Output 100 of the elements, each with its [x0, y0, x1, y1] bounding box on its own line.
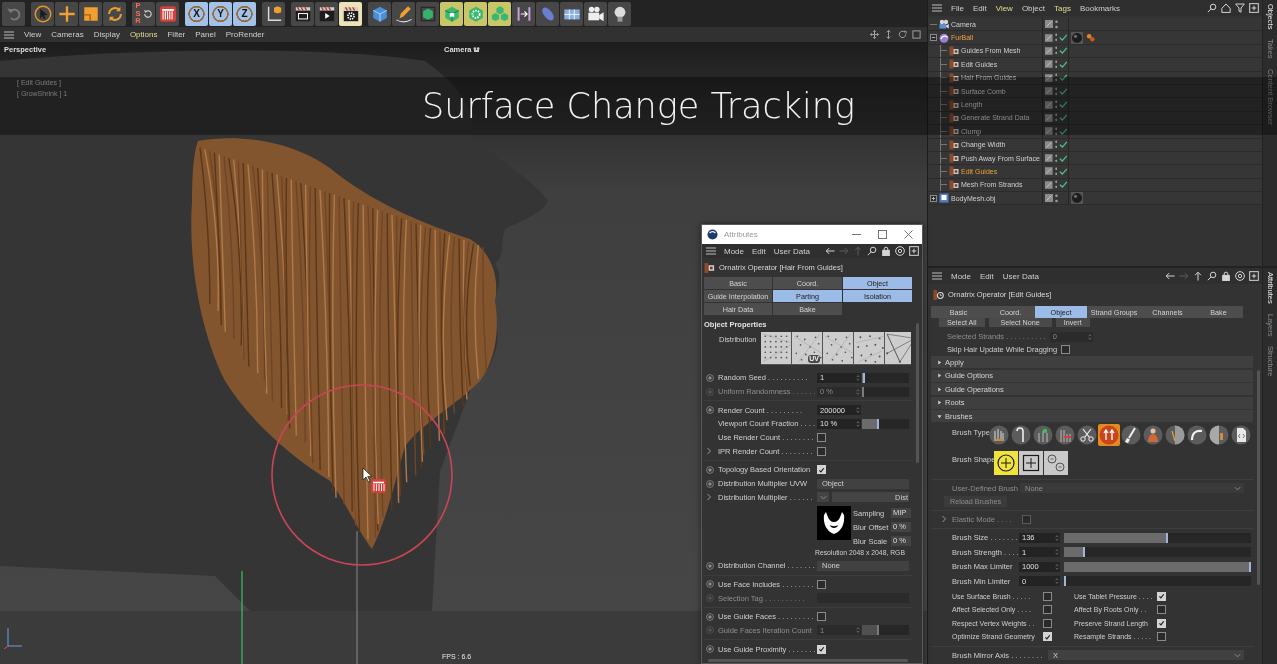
menu-item[interactable]: User Data — [1002, 271, 1039, 281]
checkbox[interactable] — [1043, 591, 1052, 601]
visibility-dots-icon[interactable] — [1054, 100, 1058, 110]
keyframe-icon[interactable] — [706, 612, 714, 621]
chevron-right-icon[interactable] — [706, 493, 712, 502]
check-icon[interactable] — [1059, 114, 1068, 122]
light-button[interactable] — [608, 1, 631, 26]
visibility-dots-icon[interactable] — [1054, 73, 1058, 83]
menu-item[interactable]: Tags — [1054, 3, 1071, 13]
checkbox[interactable] — [817, 612, 826, 622]
check-icon[interactable] — [1059, 34, 1068, 42]
lock-icon[interactable] — [881, 246, 891, 256]
check-icon[interactable] — [1059, 141, 1068, 149]
scrollbar-thumb[interactable] — [708, 658, 908, 662]
layer-icon[interactable] — [1045, 154, 1053, 163]
brush-type-button[interactable] — [1076, 423, 1098, 446]
check-icon[interactable] — [1059, 101, 1068, 109]
chevron-right-icon[interactable] — [706, 447, 712, 456]
hair-tool-button[interactable] — [156, 1, 179, 26]
menu-item[interactable]: Panel — [195, 30, 216, 39]
lock-icon[interactable] — [1221, 271, 1231, 281]
render-settings-button[interactable] — [339, 1, 362, 26]
layer-icon[interactable] — [1045, 73, 1053, 82]
check-icon[interactable] — [1059, 127, 1068, 135]
visibility-dots-icon[interactable] — [1055, 193, 1058, 203]
visibility-dots-icon[interactable] — [1054, 46, 1058, 56]
select-tool-button[interactable] — [31, 1, 54, 26]
checkbox[interactable] — [1157, 632, 1166, 642]
checkbox[interactable] — [817, 433, 826, 443]
slider-thumb[interactable] — [1165, 532, 1168, 543]
slider-track[interactable] — [1064, 547, 1251, 558]
material-sphere-icon[interactable] — [1071, 31, 1083, 44]
brush-type-button[interactable] — [988, 423, 1010, 446]
brush-shape-button[interactable] — [994, 450, 1018, 475]
axis-lock-button[interactable]: Z — [233, 1, 256, 26]
brush-shape-button[interactable] — [1044, 450, 1068, 475]
menu-item[interactable]: Cameras — [51, 30, 84, 39]
slider-track[interactable] — [1064, 532, 1251, 543]
checkbox[interactable] — [1157, 605, 1166, 615]
coordinate-system-button[interactable] — [262, 1, 285, 26]
gear-cube-button[interactable] — [464, 1, 487, 26]
menu-icon[interactable] — [932, 272, 942, 280]
distribution-option[interactable] — [854, 332, 884, 364]
brush-type-button[interactable] — [1010, 423, 1032, 446]
cube-button[interactable] — [368, 1, 391, 26]
layer-icon[interactable] — [1045, 46, 1053, 55]
checkbox[interactable] — [817, 579, 826, 589]
brush-type-button[interactable] — [1142, 423, 1164, 446]
subdivision-button[interactable] — [416, 1, 439, 26]
menu-item[interactable]: Mode — [951, 271, 971, 281]
field-button[interactable] — [536, 1, 559, 26]
check-icon[interactable] — [1059, 74, 1068, 82]
menu-item[interactable]: Filter — [167, 30, 186, 39]
check-icon[interactable] — [1059, 60, 1068, 68]
visibility-dots-icon[interactable] — [1054, 140, 1058, 150]
distribution-option[interactable] — [761, 332, 791, 364]
chevron-right-icon[interactable] — [941, 515, 947, 523]
orbit-icon[interactable] — [898, 30, 907, 39]
menu-icon[interactable] — [706, 247, 716, 255]
cloner-button[interactable] — [488, 1, 511, 26]
home-icon[interactable] — [1221, 3, 1231, 13]
keyframe-icon[interactable] — [706, 465, 714, 474]
brush-type-button[interactable] — [1230, 423, 1252, 446]
visibility-dots-icon[interactable] — [1054, 59, 1058, 69]
menu-item[interactable]: Edit — [972, 3, 987, 13]
visibility-dots-icon[interactable] — [1054, 113, 1058, 123]
check-icon[interactable] — [1059, 47, 1068, 55]
layer-icon[interactable] — [1045, 100, 1053, 109]
check-icon[interactable] — [1059, 154, 1068, 162]
axis-lock-button[interactable]: Y — [209, 1, 232, 26]
brush-type-button[interactable] — [1186, 423, 1208, 446]
brush-type-button[interactable] — [1032, 423, 1054, 446]
layer-icon[interactable] — [1045, 87, 1053, 96]
slider-thumb[interactable] — [862, 372, 865, 383]
keyframe-icon[interactable] — [706, 645, 714, 654]
keyframe-icon[interactable] — [706, 373, 714, 382]
menu-icon[interactable] — [932, 4, 942, 12]
checkbox[interactable] — [1061, 345, 1071, 354]
search-icon[interactable] — [1207, 271, 1217, 281]
layer-icon[interactable] — [1045, 167, 1053, 176]
visibility-dots-icon[interactable] — [1054, 126, 1058, 136]
back-arrow-icon[interactable] — [1165, 271, 1175, 281]
menu-item[interactable]: Edit — [980, 271, 994, 281]
layer-icon[interactable] — [1045, 180, 1053, 189]
slider-track[interactable] — [1064, 576, 1251, 587]
new-panel-icon[interactable] — [1249, 3, 1259, 13]
keyframe-icon[interactable] — [706, 580, 714, 589]
menu-item[interactable]: View — [995, 3, 1013, 13]
visibility-dots-icon[interactable] — [1054, 180, 1058, 190]
search-icon[interactable] — [867, 246, 877, 256]
layer-icon[interactable] — [1045, 140, 1053, 149]
menu-item[interactable]: Display — [93, 30, 120, 39]
menu-item[interactable]: Mode — [724, 246, 744, 256]
menu-item[interactable]: File — [951, 3, 964, 13]
generator-button[interactable] — [440, 1, 463, 26]
axis-lock-button[interactable]: X — [185, 1, 208, 26]
maximize-icon[interactable] — [912, 30, 921, 39]
slider-thumb[interactable] — [1082, 547, 1085, 558]
search-icon[interactable] — [1207, 3, 1217, 13]
brush-type-button[interactable] — [1208, 423, 1230, 446]
